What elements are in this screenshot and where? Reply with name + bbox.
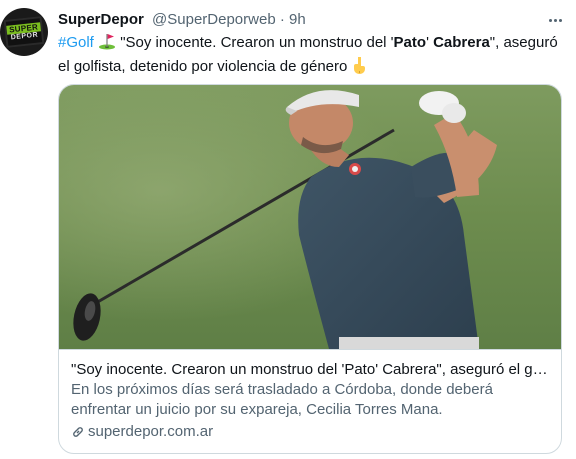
- more-options-icon[interactable]: [544, 10, 566, 30]
- tweet-bold-pato: Pato: [393, 34, 427, 51]
- tweet-text-part-1: "Soy inocente. Crearon un monstruo del ': [116, 34, 394, 51]
- avatar[interactable]: SUPER DEPOR: [0, 8, 48, 56]
- card-title[interactable]: "Soy inocente. Crearon un monstruo del '…: [71, 360, 551, 380]
- card-image: [59, 85, 561, 349]
- card-description: En los próximos días será trasladado a C…: [71, 381, 493, 418]
- golf-flag-icon: [98, 32, 116, 56]
- display-name[interactable]: SuperDepor: [58, 11, 144, 28]
- tweet-header: SuperDepor @SuperDeporweb · 9h: [58, 10, 546, 30]
- timestamp[interactable]: 9h: [289, 11, 306, 28]
- link-card[interactable]: "Soy inocente. Crearon un monstruo del '…: [58, 84, 562, 454]
- tweet[interactable]: SUPER DEPOR SuperDepor @SuperDeporweb · …: [0, 0, 576, 459]
- superdepor-logo: SUPER DEPOR: [3, 16, 45, 48]
- separator-dot: ·: [279, 11, 285, 28]
- card-body: "Soy inocente. Crearon un monstruo del '…: [59, 349, 561, 453]
- tweet-text: #Golf "Soy inocente. Crearon un monstruo…: [58, 32, 566, 80]
- hashtag-link[interactable]: #Golf: [58, 34, 94, 51]
- link-icon: [71, 425, 85, 439]
- tweet-bold-cabrera: Cabrera: [433, 34, 490, 51]
- card-domain[interactable]: superdepor.com.ar: [71, 422, 551, 442]
- card-domain-text[interactable]: superdepor.com.ar: [88, 422, 213, 442]
- backhand-index-pointing-down-icon: [352, 56, 368, 80]
- user-handle[interactable]: @SuperDeporweb: [152, 11, 276, 28]
- logo-text-bottom: DEPOR: [10, 31, 39, 41]
